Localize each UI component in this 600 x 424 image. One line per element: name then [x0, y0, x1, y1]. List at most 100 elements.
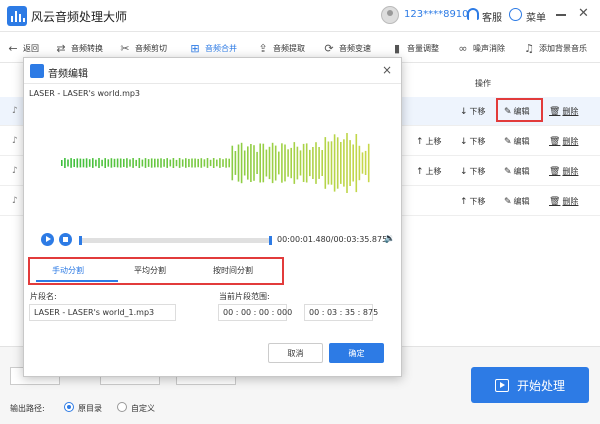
waveform-bar: [104, 158, 106, 168]
waveform-bar: [212, 158, 215, 168]
waveform-bar: [222, 159, 224, 167]
waveform-bar: [237, 144, 240, 182]
close-icon[interactable]: ×: [382, 63, 392, 77]
waveform-bar: [352, 144, 354, 182]
waveform-bar: [361, 152, 364, 174]
noise-icon: ∞: [458, 41, 468, 55]
menu-button[interactable]: 菜单: [526, 9, 546, 24]
start-processing-button[interactable]: 开始处理: [471, 367, 589, 403]
waveform-bar: [92, 158, 94, 168]
user-phone[interactable]: 123****8910: [404, 9, 469, 20]
tool-bgm[interactable]: ♫ 添加背景音乐: [522, 40, 587, 56]
waveform-bar: [340, 142, 342, 184]
waveform-bar: [67, 159, 69, 167]
waveform-bar: [113, 158, 116, 168]
play-button[interactable]: [41, 233, 54, 246]
radio-custom-dir[interactable]: [117, 402, 127, 412]
range-end-handle[interactable]: [269, 236, 272, 245]
move-down-button[interactable]: ↓ 下移: [460, 166, 486, 177]
edit-highlight-box: [496, 98, 543, 122]
volume-icon[interactable]: 🔉: [384, 234, 395, 244]
radio-original-label: 原目录: [78, 404, 102, 413]
move-up-button[interactable]: ↑ 上移: [416, 166, 442, 177]
waveform-bar: [154, 158, 156, 168]
waveform-bar: [243, 150, 246, 176]
move-down-button[interactable]: ↓ 下移: [460, 106, 486, 117]
move-down-button[interactable]: ↑ 下移: [460, 196, 486, 207]
segment-name-input[interactable]: LASER - LASER's world_1.mp3: [29, 304, 176, 321]
waveform-bar: [290, 147, 292, 179]
tool-convert[interactable]: ⇄ 音频转换: [54, 40, 103, 56]
range-start-handle[interactable]: [79, 236, 82, 245]
tool-cut[interactable]: ✂ 音频剪切: [118, 40, 167, 56]
tool-merge[interactable]: ⊞ 音频合并: [188, 40, 237, 56]
support-button[interactable]: 客服: [482, 9, 502, 24]
waveform[interactable]: [60, 118, 370, 208]
menu-icon[interactable]: [509, 8, 522, 21]
tab-average-split[interactable]: 平均分割: [134, 265, 166, 276]
waveform-bar: [281, 143, 283, 183]
delete-button[interactable]: 🗑 删除: [549, 136, 578, 147]
waveform-bar: [147, 159, 150, 167]
waveform-bar: [284, 144, 286, 182]
waveform-bar: [305, 143, 308, 183]
edit-button[interactable]: ✎ 编辑: [504, 196, 530, 207]
ops-column-header: 操作: [475, 79, 491, 88]
tool-speed[interactable]: ⟳ 音频变速: [322, 40, 371, 56]
avatar[interactable]: [381, 6, 399, 24]
move-down-button[interactable]: ↓ 下移: [460, 136, 486, 147]
move-up-button[interactable]: ↑ 上移: [416, 136, 442, 147]
waveform-bar: [259, 143, 261, 183]
music-note-icon: ♪: [12, 136, 18, 146]
waveform-bar: [262, 143, 265, 183]
cancel-button[interactable]: 取消: [268, 343, 323, 363]
waveform-bar: [116, 158, 119, 168]
headset-icon[interactable]: [467, 8, 479, 20]
delete-button[interactable]: 🗑 删除: [549, 166, 578, 177]
range-start-input[interactable]: 00 : 00 : 00 : 000: [218, 304, 292, 321]
segment-range-label: 当前片段范围:: [219, 292, 270, 301]
edit-button[interactable]: ✎ 编辑: [504, 166, 530, 177]
minimize-button[interactable]: [556, 14, 566, 16]
tool-extract[interactable]: ⇪ 音频提取: [256, 40, 305, 56]
waveform-bar: [364, 150, 367, 175]
delete-button[interactable]: 🗑 删除: [549, 196, 578, 207]
tab-time-split[interactable]: 按时间分割: [213, 265, 253, 276]
tool-denoise[interactable]: ∞ 噪声消除: [456, 40, 505, 56]
waveform-bar: [110, 158, 113, 168]
waveform-bar: [312, 147, 314, 179]
waveform-bar: [166, 158, 168, 168]
dialog-header: 音频编辑 ×: [24, 58, 401, 84]
waveform-bar: [172, 158, 175, 168]
waveform-bar: [175, 159, 178, 167]
waveform-bar: [178, 158, 181, 168]
waveform-bar: [197, 158, 199, 168]
waveform-bar: [73, 159, 75, 167]
play-icon: [494, 378, 509, 392]
tab-manual-split[interactable]: 手动分割: [52, 265, 84, 276]
back-button[interactable]: ← 返回: [6, 40, 39, 56]
range-end-input[interactable]: 00 : 03 : 35 : 875: [304, 304, 378, 321]
tool-volume[interactable]: ▮ 音量调整: [390, 40, 439, 56]
segment-name-label: 片段名:: [30, 292, 57, 301]
close-window-button[interactable]: ✕: [578, 7, 589, 20]
waveform-bar: [330, 141, 333, 185]
waveform-bar: [355, 134, 358, 193]
waveform-bar: [169, 159, 172, 167]
music-note-icon: ♪: [12, 166, 18, 176]
waveform-bar: [119, 158, 122, 168]
edit-button[interactable]: ✎ 编辑: [504, 136, 530, 147]
waveform-bar: [256, 151, 258, 174]
waveform-bar: [132, 158, 134, 168]
waveform-bar: [293, 142, 296, 184]
waveform-bar: [336, 137, 339, 189]
radio-original-dir[interactable]: [64, 402, 74, 412]
waveform-bar: [79, 158, 82, 168]
waveform-bar: [144, 158, 147, 168]
stop-button[interactable]: [59, 233, 72, 246]
delete-button[interactable]: 🗑 删除: [549, 106, 578, 117]
progress-track[interactable]: [80, 238, 270, 243]
title-bar: 风云音频处理大师 123****8910 客服 菜单 ✕: [0, 0, 600, 32]
confirm-button[interactable]: 确定: [329, 343, 384, 363]
split-mode-tabs: 手动分割 平均分割 按时间分割: [28, 257, 284, 285]
